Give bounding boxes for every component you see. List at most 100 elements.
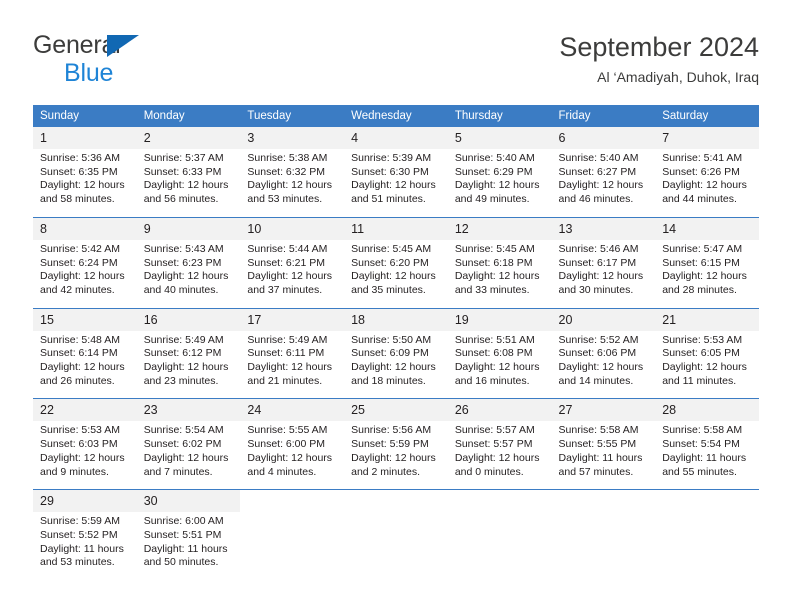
daylight-text-line1: Daylight: 11 hours — [40, 542, 124, 555]
day-details: Sunrise: 5:53 AM Sunset: 6:03 PM Dayligh… — [33, 421, 137, 489]
sunrise-text: Sunrise: 5:49 AM — [247, 333, 328, 346]
sunrise-text: Sunrise: 5:45 AM — [454, 242, 535, 255]
sunrise-text: Sunrise: 5:40 AM — [454, 152, 535, 164]
daylight-text-line1: Daylight: 12 hours — [454, 361, 540, 374]
day-details: Sunrise: 5:56 AM Sunset: 5:59 PM Dayligh… — [344, 421, 448, 489]
sunrise-text: Sunrise: 5:38 AM — [247, 152, 328, 164]
calendar-week-row: 29 Sunrise: 5:59 AM Sunset: 5:52 PM Dayl… — [33, 489, 759, 582]
day-cell[interactable]: 25 Sunrise: 5:56 AM Sunset: 5:59 PM Dayl… — [344, 398, 448, 490]
logo-triangle-icon — [107, 35, 139, 57]
sunset-text: Sunset: 6:14 PM — [40, 347, 118, 360]
daylight-text-line1: Daylight: 12 hours — [247, 179, 333, 192]
day-number: 5 — [447, 127, 552, 149]
day-cell-empty — [551, 489, 656, 582]
day-cell[interactable]: 2 Sunrise: 5:37 AM Sunset: 6:33 PM Dayli… — [136, 127, 241, 217]
sunset-text: Sunset: 5:55 PM — [558, 438, 637, 451]
day-cell[interactable]: 15 Sunrise: 5:48 AM Sunset: 6:14 PM Dayl… — [33, 307, 137, 399]
day-cell[interactable]: 11 Sunrise: 5:45 AM Sunset: 6:20 PM Dayl… — [344, 216, 448, 309]
daylight-text-line2: and 2 minutes. — [351, 465, 420, 478]
calendar-grid: Sunday Monday Tuesday Wednesday Thursday… — [33, 105, 759, 582]
day-details: Sunrise: 5:54 AM Sunset: 6:02 PM Dayligh… — [137, 421, 241, 489]
day-cell[interactable]: 23 Sunrise: 5:54 AM Sunset: 6:02 PM Dayl… — [136, 398, 241, 490]
day-details: Sunrise: 5:49 AM Sunset: 6:12 PM Dayligh… — [137, 331, 241, 399]
day-details — [344, 512, 448, 581]
day-number: 10 — [240, 217, 345, 240]
day-number: 20 — [551, 308, 656, 331]
sunrise-text: Sunrise: 5:55 AM — [247, 424, 328, 437]
calendar-body: 1 Sunrise: 5:36 AM Sunset: 6:35 PM Dayli… — [33, 127, 759, 582]
day-cell[interactable]: 26 Sunrise: 5:57 AM Sunset: 5:57 PM Dayl… — [447, 398, 552, 490]
calendar-week-row: 8 Sunrise: 5:42 AM Sunset: 6:24 PM Dayli… — [33, 216, 759, 309]
weekday-header-friday: Friday — [551, 105, 656, 127]
day-cell[interactable]: 4 Sunrise: 5:39 AM Sunset: 6:30 PM Dayli… — [344, 127, 448, 217]
day-cell[interactable]: 24 Sunrise: 5:55 AM Sunset: 6:00 PM Dayl… — [240, 398, 345, 490]
day-cell[interactable]: 29 Sunrise: 5:59 AM Sunset: 5:52 PM Dayl… — [33, 489, 137, 582]
day-number: 13 — [551, 217, 656, 240]
daylight-text-line2: and 33 minutes. — [454, 283, 530, 296]
page-subtitle-location: Al ‘Amadiyah, Duhok, Iraq — [597, 69, 759, 85]
day-number: 27 — [551, 399, 656, 422]
day-cell[interactable]: 18 Sunrise: 5:50 AM Sunset: 6:09 PM Dayl… — [344, 307, 448, 399]
sunset-text: Sunset: 6:11 PM — [247, 347, 325, 360]
day-cell[interactable]: 7 Sunrise: 5:41 AM Sunset: 6:26 PM Dayli… — [655, 127, 759, 217]
sunset-text: Sunset: 6:24 PM — [40, 256, 118, 269]
day-cell[interactable]: 14 Sunrise: 5:47 AM Sunset: 6:15 PM Dayl… — [655, 216, 759, 309]
day-number: 8 — [33, 217, 137, 240]
daylight-text-line2: and 53 minutes. — [40, 556, 115, 569]
general-blue-logo[interactable]: General Blue — [33, 30, 253, 92]
day-cell[interactable]: 30 Sunrise: 6:00 AM Sunset: 5:51 PM Dayl… — [136, 489, 241, 582]
day-cell[interactable]: 12 Sunrise: 5:45 AM Sunset: 6:18 PM Dayl… — [447, 216, 552, 309]
daylight-text-line2: and 42 minutes. — [40, 283, 115, 296]
day-number: 7 — [655, 127, 759, 149]
weekday-header-wednesday: Wednesday — [344, 105, 448, 127]
day-number: 25 — [344, 399, 448, 422]
daylight-text-line2: and 11 minutes. — [662, 374, 737, 387]
day-cell[interactable]: 1 Sunrise: 5:36 AM Sunset: 6:35 PM Dayli… — [33, 127, 137, 217]
day-cell[interactable]: 16 Sunrise: 5:49 AM Sunset: 6:12 PM Dayl… — [136, 307, 241, 399]
day-details: Sunrise: 6:00 AM Sunset: 5:51 PM Dayligh… — [137, 512, 241, 580]
day-cell[interactable]: 6 Sunrise: 5:40 AM Sunset: 6:27 PM Dayli… — [551, 127, 656, 217]
day-details — [552, 512, 656, 581]
day-cell[interactable]: 22 Sunrise: 5:53 AM Sunset: 6:03 PM Dayl… — [33, 398, 137, 490]
day-number: 30 — [136, 490, 241, 513]
day-cell[interactable]: 5 Sunrise: 5:40 AM Sunset: 6:29 PM Dayli… — [447, 127, 552, 217]
daylight-text-line1: Daylight: 12 hours — [40, 270, 125, 283]
day-details — [655, 512, 759, 581]
day-cell[interactable]: 28 Sunrise: 5:58 AM Sunset: 5:54 PM Dayl… — [655, 398, 759, 490]
sunrise-text: Sunrise: 5:43 AM — [143, 242, 224, 255]
day-cell[interactable]: 10 Sunrise: 5:44 AM Sunset: 6:21 PM Dayl… — [240, 216, 345, 309]
sunset-text: Sunset: 5:51 PM — [143, 528, 222, 541]
daylight-text-line1: Daylight: 11 hours — [558, 451, 643, 464]
daylight-text-line1: Daylight: 12 hours — [351, 270, 436, 283]
sunset-text: Sunset: 5:59 PM — [351, 438, 429, 451]
daylight-text-line2: and 21 minutes. — [247, 374, 323, 387]
day-cell[interactable]: 19 Sunrise: 5:51 AM Sunset: 6:08 PM Dayl… — [447, 307, 552, 399]
daylight-text-line2: and 53 minutes. — [247, 193, 323, 206]
day-details — [448, 512, 552, 581]
day-cell[interactable]: 8 Sunrise: 5:42 AM Sunset: 6:24 PM Dayli… — [33, 216, 137, 309]
daylight-text-line1: Daylight: 12 hours — [662, 179, 747, 192]
day-cell-empty — [447, 489, 552, 582]
day-details: Sunrise: 5:49 AM Sunset: 6:11 PM Dayligh… — [240, 331, 344, 399]
day-cell[interactable]: 20 Sunrise: 5:52 AM Sunset: 6:06 PM Dayl… — [551, 307, 656, 399]
calendar-week-row: 1 Sunrise: 5:36 AM Sunset: 6:35 PM Dayli… — [33, 127, 759, 217]
day-details: Sunrise: 5:40 AM Sunset: 6:27 PM Dayligh… — [552, 149, 656, 217]
day-details: Sunrise: 5:37 AM Sunset: 6:33 PM Dayligh… — [137, 149, 241, 217]
day-number: 14 — [655, 217, 759, 240]
daylight-text-line2: and 16 minutes. — [454, 374, 530, 387]
daylight-text-line1: Daylight: 12 hours — [454, 179, 540, 192]
day-number: 17 — [240, 308, 345, 331]
day-cell[interactable]: 17 Sunrise: 5:49 AM Sunset: 6:11 PM Dayl… — [240, 307, 345, 399]
sunrise-text: Sunrise: 5:40 AM — [558, 152, 639, 164]
daylight-text-line2: and 56 minutes. — [143, 193, 219, 206]
day-cell[interactable]: 21 Sunrise: 5:53 AM Sunset: 6:05 PM Dayl… — [655, 307, 759, 399]
weekday-header-tuesday: Tuesday — [240, 105, 345, 127]
day-cell[interactable]: 9 Sunrise: 5:43 AM Sunset: 6:23 PM Dayli… — [136, 216, 241, 309]
sunset-text: Sunset: 6:05 PM — [662, 347, 740, 360]
daylight-text-line1: Daylight: 12 hours — [351, 179, 436, 192]
day-cell[interactable]: 13 Sunrise: 5:46 AM Sunset: 6:17 PM Dayl… — [551, 216, 656, 309]
day-cell[interactable]: 27 Sunrise: 5:58 AM Sunset: 5:55 PM Dayl… — [551, 398, 656, 490]
sunrise-text: Sunrise: 5:53 AM — [662, 333, 743, 346]
day-cell[interactable]: 3 Sunrise: 5:38 AM Sunset: 6:32 PM Dayli… — [240, 127, 345, 217]
day-number: 24 — [240, 399, 345, 422]
